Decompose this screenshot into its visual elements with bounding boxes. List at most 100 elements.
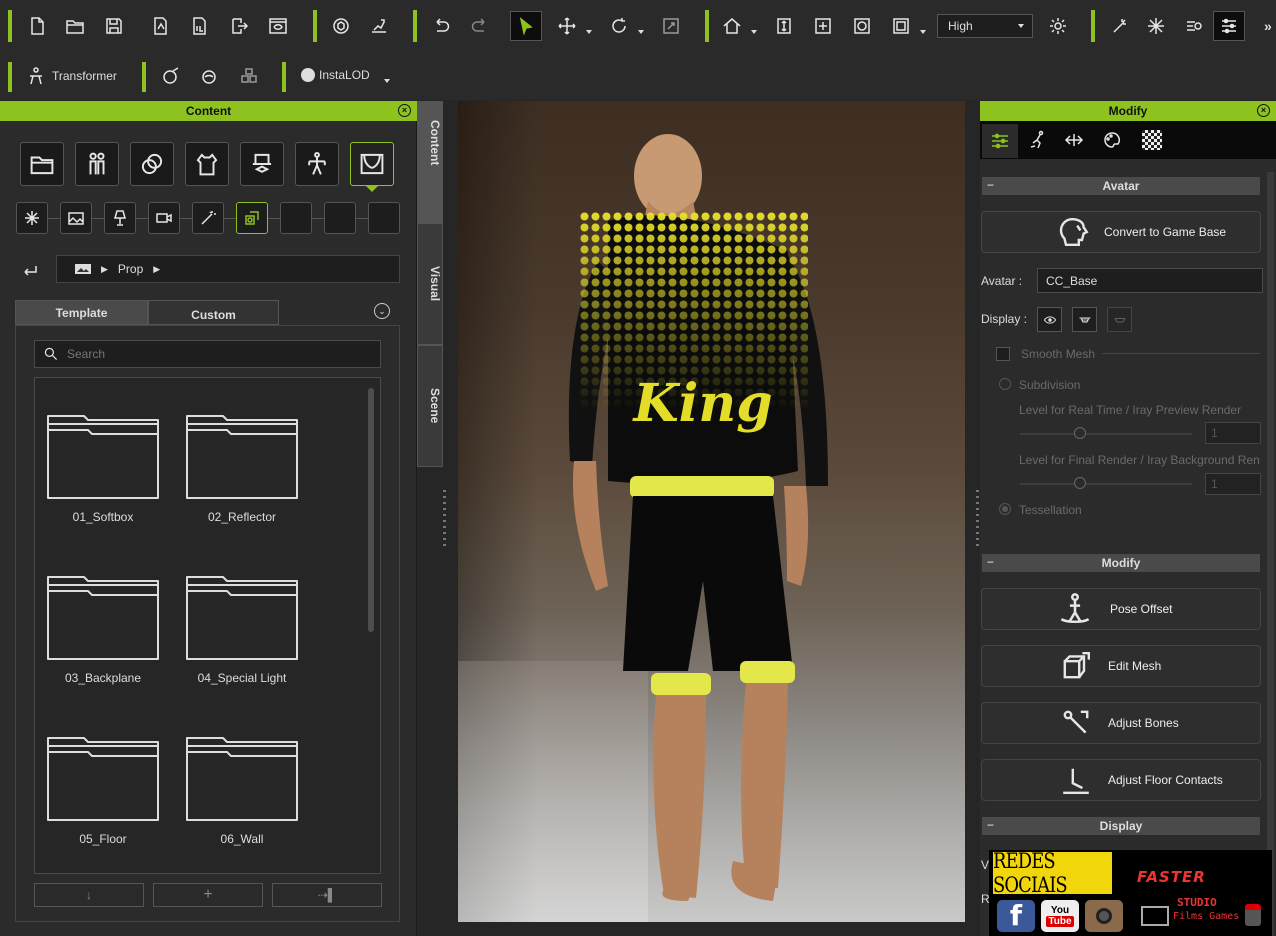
camera-settings-icon[interactable] bbox=[1179, 12, 1209, 40]
open-folder-icon[interactable] bbox=[60, 12, 90, 40]
tessellation-radio[interactable] bbox=[999, 503, 1011, 515]
effects-icon[interactable] bbox=[1141, 12, 1171, 40]
dropdown-circle-icon[interactable]: ⌄ bbox=[374, 303, 390, 319]
fit-height-icon[interactable] bbox=[769, 12, 799, 40]
fit-all-icon[interactable] bbox=[808, 12, 838, 40]
display-section-header[interactable]: − Display bbox=[982, 817, 1260, 835]
splitter-handle[interactable] bbox=[976, 490, 979, 548]
smooth-mesh-checkbox[interactable] bbox=[996, 347, 1010, 361]
search-input[interactable] bbox=[67, 347, 357, 361]
3d-viewport[interactable]: King bbox=[458, 101, 965, 922]
tab-custom[interactable]: Custom bbox=[148, 300, 279, 325]
tab-visual[interactable]: Visual bbox=[417, 223, 443, 345]
tab-template[interactable]: Template bbox=[15, 300, 148, 325]
orbit-icon[interactable] bbox=[847, 12, 877, 40]
undo-icon[interactable] bbox=[426, 12, 456, 40]
preview-icon[interactable] bbox=[263, 12, 293, 40]
search-field[interactable] bbox=[34, 340, 381, 368]
transformer-button[interactable]: Transformer bbox=[26, 66, 117, 86]
material-category-button[interactable] bbox=[130, 142, 174, 186]
avatar-name-field[interactable]: CC_Base bbox=[1037, 268, 1263, 293]
empty-sub-button[interactable] bbox=[368, 202, 400, 234]
realtime-slider-track[interactable] bbox=[1020, 433, 1192, 435]
cloth-category-button[interactable] bbox=[185, 142, 229, 186]
save-icon[interactable] bbox=[99, 12, 129, 40]
splitter-handle[interactable] bbox=[443, 490, 446, 548]
final-slider-track[interactable] bbox=[1020, 483, 1192, 485]
add-button[interactable]: + bbox=[153, 883, 263, 907]
tab-attribute[interactable] bbox=[982, 124, 1018, 158]
redo-icon[interactable] bbox=[465, 12, 495, 40]
modify-scrollbar[interactable] bbox=[1267, 172, 1274, 936]
import-icon[interactable] bbox=[145, 12, 175, 40]
mesh-display-icon[interactable] bbox=[1072, 307, 1097, 332]
eye-icon[interactable] bbox=[1037, 307, 1062, 332]
facebook-icon[interactable]: f bbox=[997, 899, 1035, 932]
actor-category-button[interactable] bbox=[75, 142, 119, 186]
folder-item[interactable]: 04_Special Light bbox=[172, 571, 312, 685]
empty-sub-button[interactable] bbox=[324, 202, 356, 234]
image-sub-button[interactable] bbox=[60, 202, 92, 234]
folder-item[interactable]: 03_Backplane bbox=[33, 571, 173, 685]
folder-category-button[interactable] bbox=[20, 142, 64, 186]
quality-select[interactable]: High bbox=[937, 14, 1033, 38]
motion-pose-icon[interactable] bbox=[1028, 130, 1048, 150]
checker-icon[interactable] bbox=[1142, 130, 1162, 150]
breadcrumb[interactable]: ▶ Prop ▶ bbox=[56, 255, 400, 283]
realtime-level-input[interactable]: 1 bbox=[1205, 422, 1261, 444]
convert-game-base-button[interactable]: Convert to Game Base bbox=[981, 211, 1261, 253]
home-icon[interactable] bbox=[717, 12, 747, 40]
tab-content[interactable]: Content bbox=[417, 101, 443, 223]
instagram-icon[interactable] bbox=[1085, 900, 1123, 932]
chevron-down-icon[interactable] bbox=[638, 30, 644, 34]
empty-sub-button[interactable] bbox=[280, 202, 312, 234]
adjust-bones-button[interactable]: Adjust Bones bbox=[981, 702, 1261, 744]
avatar-section-header[interactable]: − Avatar bbox=[982, 177, 1260, 195]
final-level-input[interactable]: 1 bbox=[1205, 473, 1261, 495]
rotate-icon[interactable] bbox=[604, 12, 634, 40]
scrollbar-thumb[interactable] bbox=[368, 388, 374, 632]
wire-display-icon[interactable] bbox=[1107, 307, 1132, 332]
object-icon[interactable] bbox=[326, 12, 356, 40]
new-file-icon[interactable] bbox=[22, 12, 52, 40]
scale-icon[interactable] bbox=[656, 12, 686, 40]
accessory-category-button[interactable] bbox=[240, 142, 284, 186]
tab-scene[interactable]: Scene bbox=[417, 345, 443, 467]
apply-button[interactable]: ⇢▌ bbox=[272, 883, 382, 907]
chevron-down-icon[interactable] bbox=[384, 79, 390, 83]
folder-item[interactable]: 05_Floor bbox=[33, 732, 173, 846]
select-arrow-icon[interactable] bbox=[510, 11, 542, 41]
adjust-floor-button[interactable]: Adjust Floor Contacts bbox=[981, 759, 1261, 801]
back-icon[interactable] bbox=[20, 260, 40, 280]
chevron-down-icon[interactable] bbox=[751, 30, 757, 34]
realtime-slider-thumb[interactable] bbox=[1074, 427, 1086, 439]
folder-item[interactable]: 02_Reflector bbox=[172, 410, 312, 524]
sparkle-sub-button[interactable] bbox=[192, 202, 224, 234]
export-icon[interactable] bbox=[224, 12, 254, 40]
close-icon[interactable]: × bbox=[398, 104, 411, 117]
folder-item[interactable]: 06_Wall bbox=[172, 732, 312, 846]
frame-icon[interactable] bbox=[886, 12, 916, 40]
move-icon[interactable] bbox=[552, 12, 582, 40]
stage-category-button[interactable] bbox=[350, 142, 394, 186]
visibility-icon[interactable] bbox=[195, 62, 225, 90]
modify-section-header[interactable]: − Modify bbox=[982, 554, 1260, 572]
effects-sub-button[interactable] bbox=[16, 202, 48, 234]
light-icon[interactable] bbox=[1043, 12, 1073, 40]
pose-offset-button[interactable]: Pose Offset bbox=[981, 588, 1261, 630]
palette-icon[interactable] bbox=[1102, 130, 1122, 150]
cubes-icon[interactable] bbox=[234, 62, 264, 90]
camera-sub-button[interactable] bbox=[148, 202, 180, 234]
youtube-icon[interactable]: You Tube bbox=[1041, 900, 1079, 932]
more-chevron-icon[interactable]: » bbox=[1264, 18, 1272, 34]
chevron-down-icon[interactable] bbox=[586, 30, 592, 34]
subdivision-radio[interactable] bbox=[999, 378, 1011, 390]
magic-icon[interactable] bbox=[1105, 12, 1135, 40]
lamp-sub-button[interactable] bbox=[104, 202, 136, 234]
download-button[interactable]: ↓ bbox=[34, 883, 144, 907]
final-slider-thumb[interactable] bbox=[1074, 477, 1086, 489]
instalod-button[interactable]: InstaLOD bbox=[301, 68, 370, 82]
morph-icon[interactable] bbox=[1064, 130, 1084, 150]
prop-sub-button[interactable] bbox=[236, 202, 268, 234]
chevron-down-icon[interactable] bbox=[920, 30, 926, 34]
